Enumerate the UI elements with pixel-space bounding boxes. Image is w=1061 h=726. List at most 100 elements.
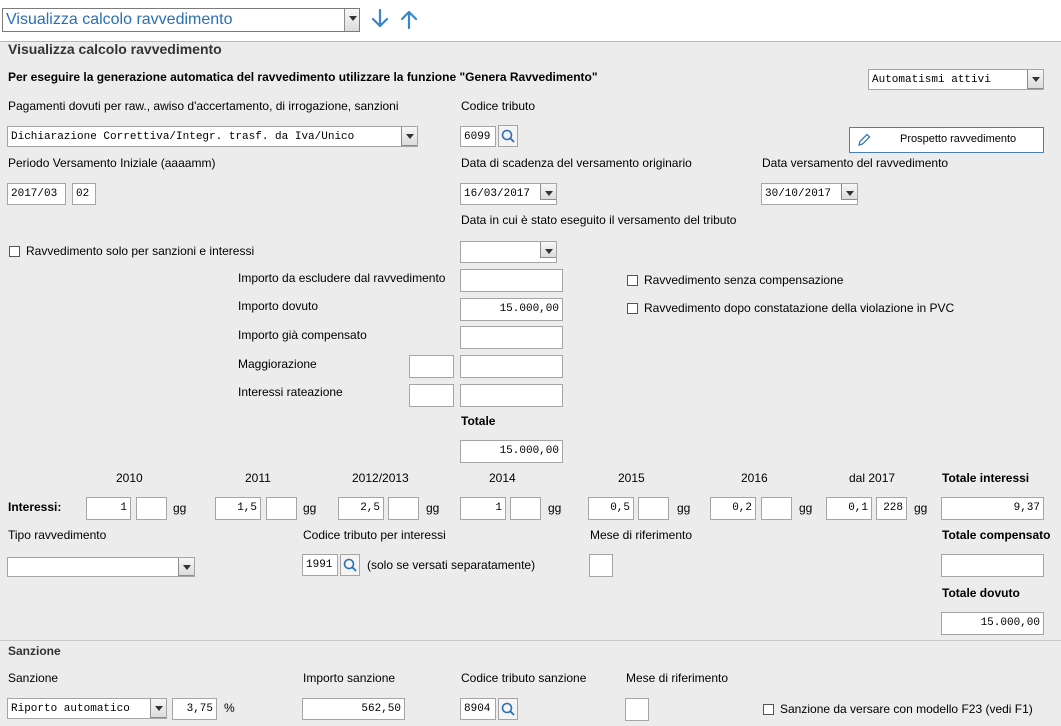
pagamenti-value: Dichiarazione Correttiva/Integr. trasf. …	[11, 131, 355, 143]
interessi-label: Interessi:	[8, 500, 62, 514]
chevron-down-icon[interactable]	[178, 558, 194, 576]
mese-riferimento-label: Mese di riferimento	[590, 528, 693, 542]
year-2010: 2010	[116, 471, 143, 485]
dopo-pvc-label: Ravvedimento dopo constatazione della vi…	[644, 301, 955, 315]
codice-interessi-note: (solo se versati separatamente)	[367, 558, 536, 572]
importo-escludere-label: Importo da escludere dal ravvedimento	[238, 271, 446, 285]
senza-compensazione-label: Ravvedimento senza compensazione	[644, 273, 844, 287]
calendar-dropdown-icon[interactable]	[540, 184, 556, 200]
sanzione-percent-input[interactable]: 3,75	[172, 698, 217, 720]
gg-dal-2017-label: gg	[914, 501, 928, 515]
chevron-down-icon[interactable]	[401, 127, 417, 146]
gg-2011-input[interactable]	[266, 497, 297, 520]
info-text: Per eseguire la generazione automatica d…	[8, 70, 598, 84]
chevron-down-icon[interactable]	[1027, 70, 1043, 89]
codice-tributo-search[interactable]	[498, 125, 518, 147]
pencil-icon	[858, 133, 871, 146]
view-select[interactable]: Visualizza calcolo ravvedimento	[2, 8, 360, 32]
totale-interessi-label: Totale interessi	[942, 471, 1030, 485]
maggiorazione-input-1[interactable]	[409, 355, 454, 378]
gg-2011-label: gg	[303, 501, 317, 515]
codice-interessi-search[interactable]	[340, 554, 360, 576]
maggiorazione-input-2[interactable]	[460, 355, 563, 378]
automatismi-value: Automatismi attivi	[872, 74, 991, 86]
importo-sanzione-input[interactable]: 562,50	[302, 698, 405, 720]
totale-dovuto-input[interactable]: 15.000,00	[941, 612, 1044, 635]
codice-sanzione-search[interactable]	[498, 698, 518, 720]
importo-sanzione-label: Importo sanzione	[303, 671, 396, 685]
rate-2011-input[interactable]: 1,5	[215, 497, 261, 520]
year-2014: 2014	[489, 471, 516, 485]
data-eseguito-input[interactable]	[460, 241, 557, 263]
totale-interessi-input[interactable]: 9,37	[941, 497, 1044, 520]
sanzione-divider	[0, 640, 1061, 641]
calendar-dropdown-icon[interactable]	[841, 184, 857, 200]
codice-tributo-input[interactable]: 6099	[460, 126, 496, 147]
chevron-down-icon[interactable]	[150, 699, 166, 718]
gg-2010-input[interactable]	[136, 497, 167, 520]
f23-checkbox[interactable]	[763, 704, 774, 715]
importo-dovuto-input[interactable]: 15.000,00	[460, 298, 563, 321]
calendar-dropdown-icon[interactable]	[540, 242, 556, 258]
view-select-value: Visualizza calcolo ravvedimento	[6, 11, 233, 28]
pagamenti-select[interactable]: Dichiarazione Correttiva/Integr. trasf. …	[7, 126, 418, 147]
arrow-up-icon[interactable]	[399, 8, 419, 30]
solo-sanzioni-label: Ravvedimento solo per sanzioni e interes…	[26, 244, 255, 258]
rate-2014-input[interactable]: 1	[460, 497, 506, 520]
automatismi-select[interactable]: Automatismi attivi	[868, 69, 1044, 90]
totale-label: Totale	[461, 414, 496, 428]
totale-input[interactable]: 15.000,00	[460, 440, 563, 463]
codice-tributo-label: Codice tributo	[461, 99, 536, 113]
importo-escludere-input[interactable]	[460, 269, 563, 292]
gg-dal-2017-input[interactable]: 228	[876, 497, 907, 520]
rate-dal-2017-input[interactable]: 0,1	[826, 497, 872, 520]
data-versamento-value: 30/10/2017	[765, 188, 832, 200]
f23-label: Sanzione da versare con modello F23 (ved…	[780, 702, 1033, 716]
rate-2012-2013-input[interactable]: 2,5	[338, 497, 384, 520]
solo-sanzioni-checkbox[interactable]	[9, 246, 20, 257]
rate-2016-input[interactable]: 0,2	[710, 497, 756, 520]
importo-compensato-input[interactable]	[460, 326, 563, 349]
periodo-input-2[interactable]: 02	[72, 183, 96, 205]
codice-interessi-label: Codice tributo per interessi	[303, 528, 446, 542]
totale-compensato-input[interactable]	[941, 554, 1044, 577]
arrow-down-icon[interactable]	[370, 8, 390, 30]
mese-sanzione-label: Mese di riferimento	[626, 671, 729, 685]
chevron-down-icon[interactable]	[344, 9, 359, 31]
mese-riferimento-input[interactable]	[589, 554, 613, 577]
periodo-input[interactable]: 2017/03	[7, 183, 66, 205]
prospetto-button[interactable]: Prospetto ravvedimento	[849, 127, 1044, 153]
tipo-ravvedimento-select[interactable]	[7, 557, 195, 577]
codice-interessi-input[interactable]: 1991	[302, 554, 338, 576]
totale-compensato-label: Totale compensato	[942, 528, 1051, 542]
mese-sanzione-input[interactable]	[625, 698, 649, 721]
totale-dovuto-label: Totale dovuto	[942, 586, 1020, 600]
codice-sanzione-input[interactable]: 8904	[460, 698, 496, 720]
data-scadenza-label: Data di scadenza del versamento originar…	[461, 156, 692, 170]
gg-2016-input[interactable]	[761, 497, 792, 520]
sanzione-section-title: Sanzione	[8, 644, 61, 658]
sanzione-select[interactable]: Riporto automatico	[7, 698, 167, 719]
gg-2014-input[interactable]	[510, 497, 541, 520]
year-2011: 2011	[245, 471, 271, 485]
pagamenti-label: Pagamenti dovuti per raw., awiso d'accer…	[8, 99, 399, 113]
data-versamento-input[interactable]: 30/10/2017	[761, 183, 858, 205]
interessi-rateazione-label: Interessi rateazione	[238, 385, 343, 399]
gg-2012-2013-label: gg	[426, 501, 440, 515]
gg-2016-label: gg	[799, 501, 813, 515]
maggiorazione-label: Maggiorazione	[238, 357, 317, 371]
rate-2015-input[interactable]: 0,5	[588, 497, 634, 520]
senza-compensazione-checkbox[interactable]	[627, 275, 638, 286]
data-scadenza-input[interactable]: 16/03/2017	[460, 183, 557, 205]
gg-2015-label: gg	[677, 501, 691, 515]
gg-2010-label: gg	[173, 501, 187, 515]
interessi-rateazione-input-2[interactable]	[460, 384, 563, 407]
dopo-pvc-checkbox[interactable]	[627, 303, 638, 314]
gg-2012-2013-input[interactable]	[388, 497, 419, 520]
codice-sanzione-label: Codice tributo sanzione	[461, 671, 587, 685]
data-eseguito-label: Data in cui è stato eseguito il versamen…	[461, 213, 737, 227]
gg-2015-input[interactable]	[638, 497, 669, 520]
page-title: Visualizza calcolo ravvedimento	[8, 41, 222, 57]
interessi-rateazione-input-1[interactable]	[409, 384, 454, 407]
rate-2010-input[interactable]: 1	[86, 497, 131, 520]
